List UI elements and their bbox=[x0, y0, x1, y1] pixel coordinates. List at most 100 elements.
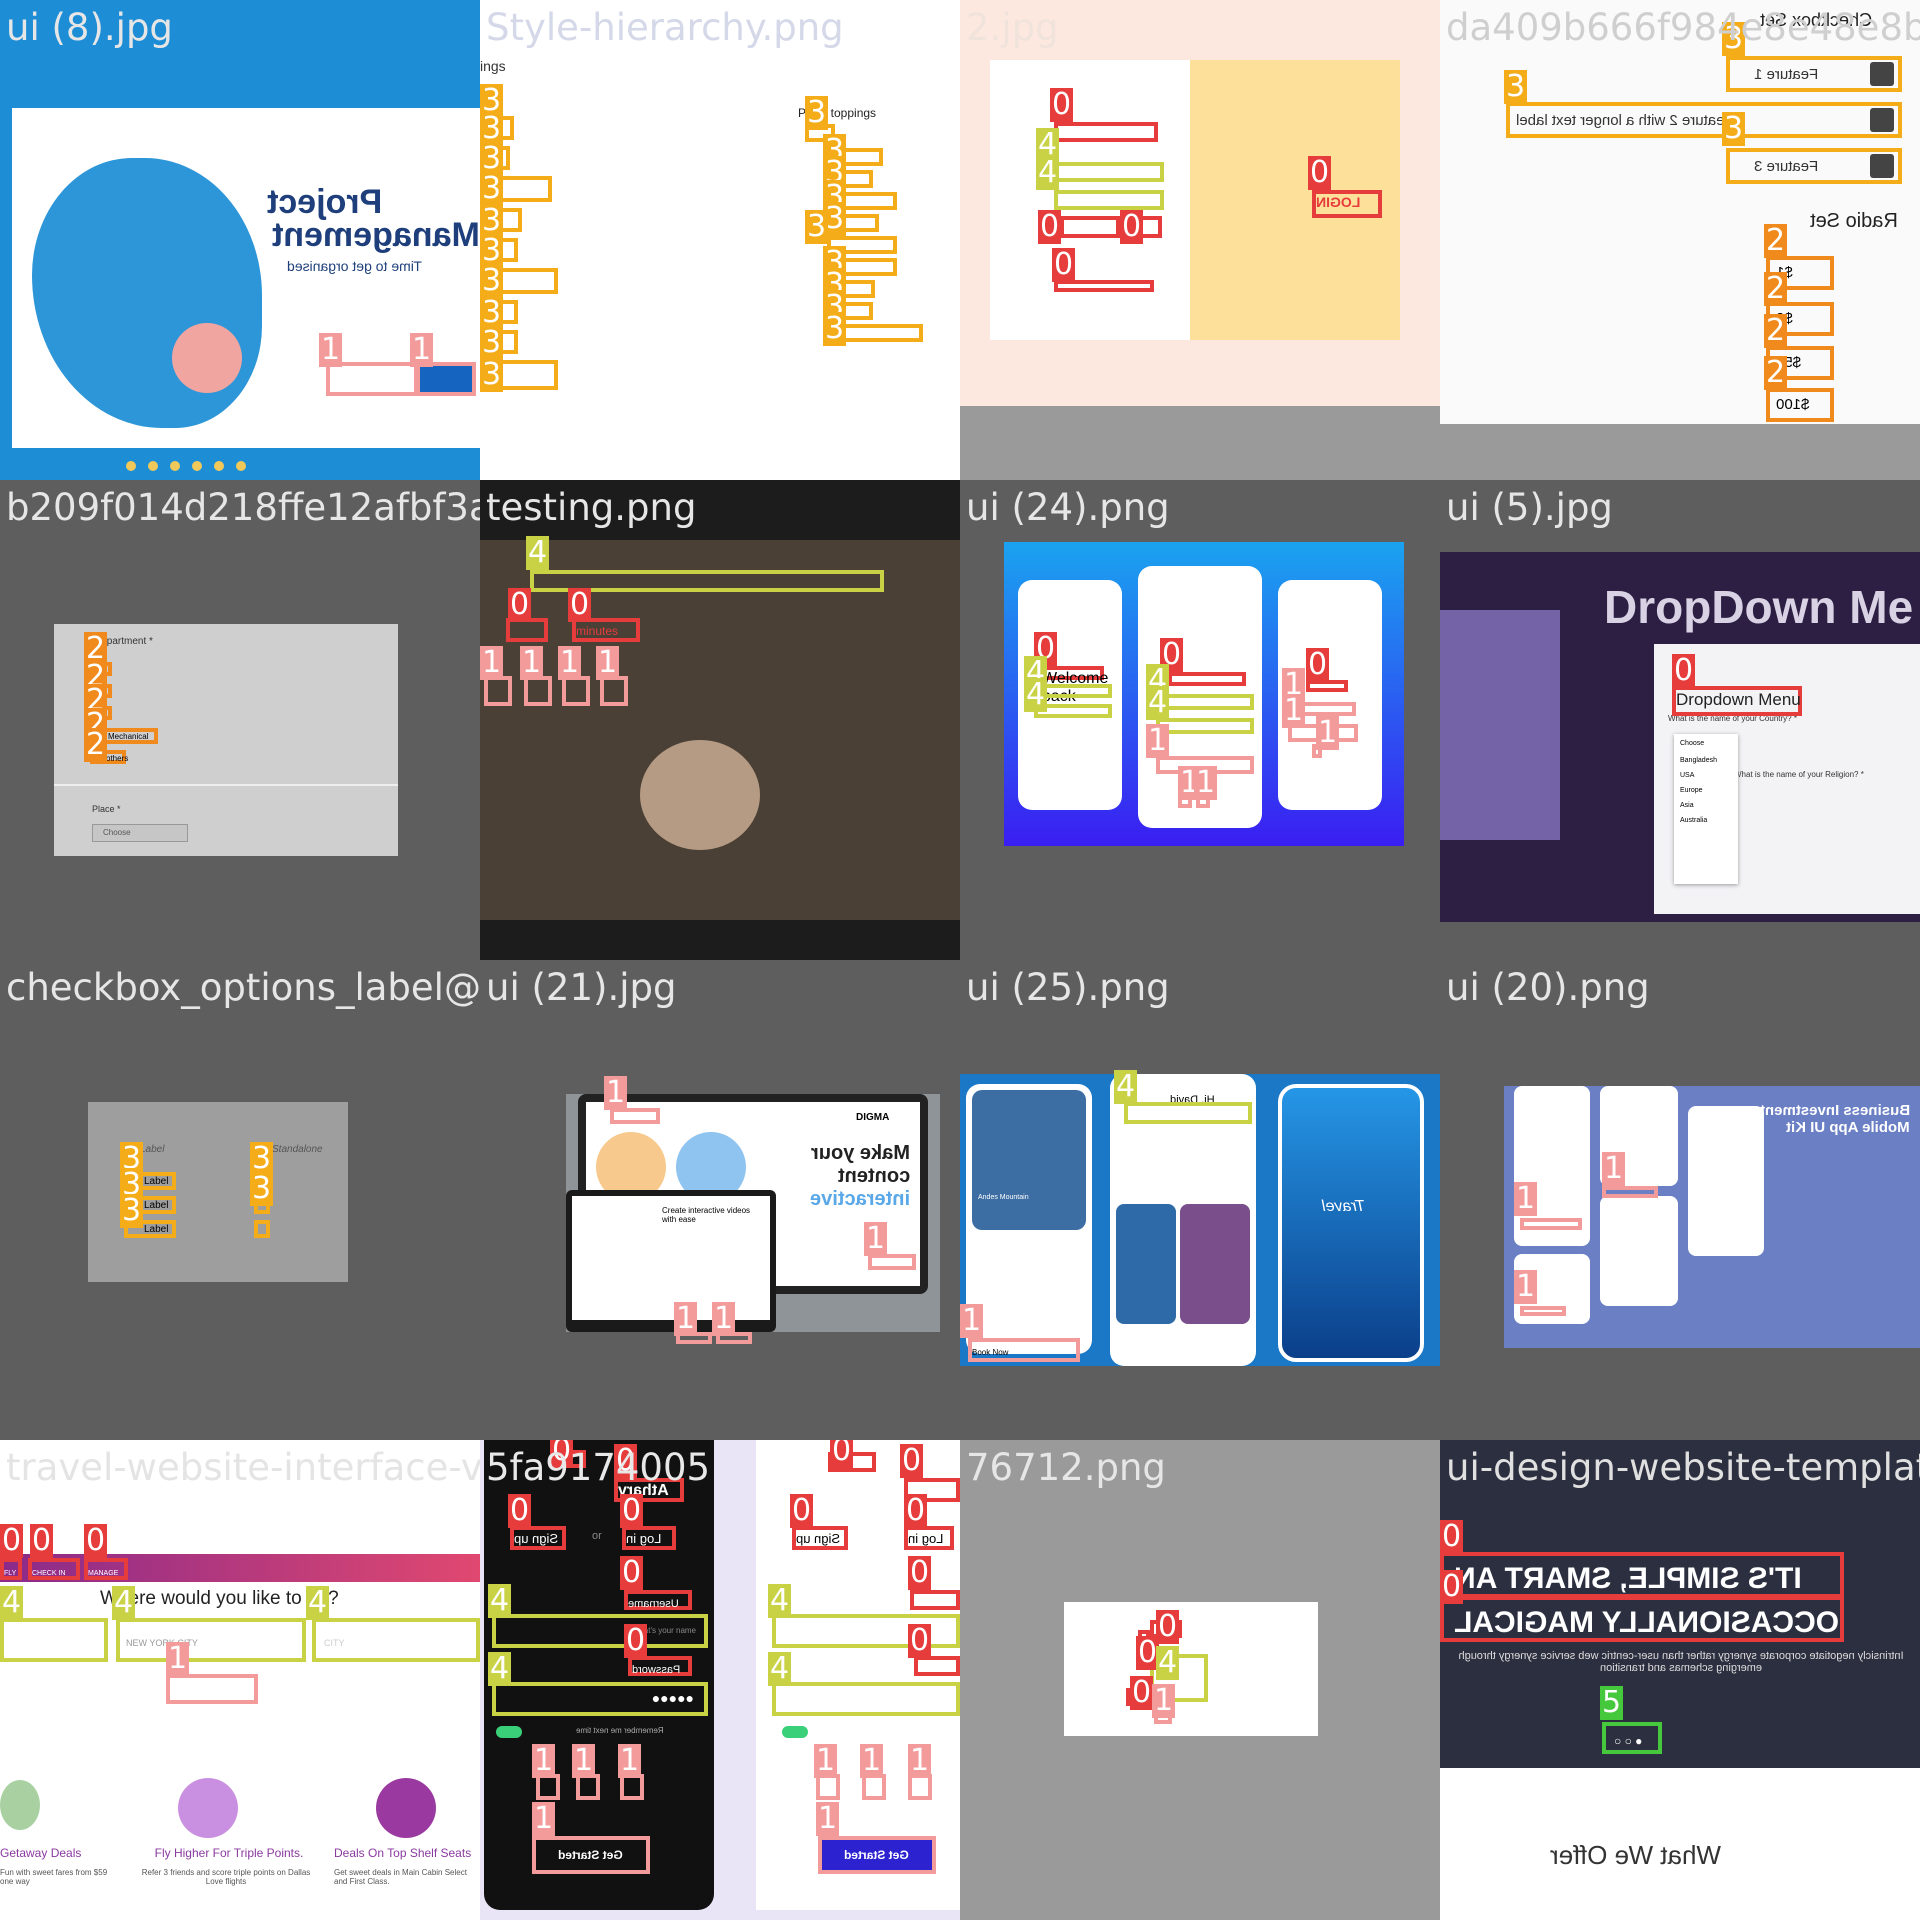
dark-username-label: Username bbox=[624, 1590, 692, 1610]
screen-1-button[interactable] bbox=[1520, 1218, 1582, 1230]
carousel-dots[interactable]: ○ ○ ● bbox=[1602, 1722, 1662, 1754]
pager-dots bbox=[120, 458, 252, 476]
tile-76712: 76712.png 0 0 4 0 1 bbox=[960, 1440, 1440, 1920]
forms-icon bbox=[1440, 610, 1560, 840]
feature-title-1: Getaway Deals bbox=[0, 1846, 82, 1860]
dark-signup[interactable]: Sign up bbox=[510, 1526, 566, 1550]
brand-logo: DIGMA bbox=[856, 1112, 890, 1123]
hero-heading-2: OCCASIONALLY MAGICAL bbox=[1440, 1596, 1844, 1642]
remember-label bbox=[1060, 216, 1120, 238]
screen-4 bbox=[1688, 1106, 1764, 1256]
to-select[interactable]: NEW YORK CITY bbox=[116, 1618, 306, 1662]
feature-1-checkbox[interactable]: Feature 1 bbox=[1726, 56, 1902, 92]
search-input[interactable] bbox=[1124, 1102, 1252, 1124]
youtube-shortcut[interactable] bbox=[524, 676, 552, 706]
light-username-label bbox=[910, 1590, 960, 1610]
dark-or: or bbox=[592, 1530, 602, 1542]
screen-5-button[interactable] bbox=[1520, 1306, 1566, 1316]
hero-heading-1: IT'S SIMPLE, SMART AN bbox=[1440, 1552, 1844, 1598]
login-button[interactable]: LOGIN bbox=[1312, 190, 1382, 218]
tile-name: 5fa9174005 bbox=[486, 1446, 711, 1489]
tab-check-in[interactable]: CHECK IN bbox=[28, 1558, 80, 1580]
banner-bg: DropDown Me What is the name of your Cou… bbox=[1440, 552, 1920, 922]
radio-4[interactable]: $100 bbox=[1766, 388, 1834, 422]
tile-ui-design-template: ui-design-website-template IT'S SIMPLE, … bbox=[1440, 1440, 1920, 1920]
dark-password-input[interactable]: ●●●●● bbox=[492, 1682, 708, 1716]
tab-manage[interactable]: MANAGE bbox=[84, 1558, 128, 1580]
feature-title-3: Deals On Top Shelf Seats bbox=[334, 1846, 472, 1860]
light-signup[interactable]: Sign up bbox=[792, 1526, 848, 1550]
dark-get-started[interactable]: Get Started bbox=[532, 1836, 650, 1874]
where-question: Where would you like to go? bbox=[100, 1588, 339, 1609]
kit-title: Business Investment Mobile App UI Kit bbox=[1759, 1102, 1910, 1136]
dark-remember-label: Remember me next time bbox=[576, 1726, 664, 1735]
light-get-started[interactable]: Get Started bbox=[818, 1836, 936, 1874]
feature-3-checkbox[interactable]: Feature 3 bbox=[1726, 148, 1902, 184]
standalone-3[interactable] bbox=[254, 1220, 270, 1238]
tile-ui-8: ui (8).jpg Project Management Time to ge… bbox=[0, 0, 480, 480]
tile-ui-5: ui (5).jpg DropDown Me What is the name … bbox=[1440, 480, 1920, 960]
get-started-button[interactable] bbox=[416, 362, 476, 396]
dropdown-menu-title: Dropdown Menu bbox=[1672, 686, 1802, 716]
place-label: Place * bbox=[92, 804, 121, 814]
tile-name: ui (21).jpg bbox=[486, 966, 677, 1009]
tile-department-form: b209f014d218ffe12afbf3a1fe3e8543af3 Depa… bbox=[0, 480, 480, 960]
dark-login[interactable]: Log in bbox=[622, 1526, 676, 1550]
tab-fly[interactable]: FLY bbox=[0, 1558, 22, 1580]
tile-ui-24: ui (24).png Welcome back 0 4 4 0 4 4 1 1 … bbox=[960, 480, 1440, 960]
read-more-button[interactable] bbox=[326, 362, 418, 396]
bottom-fill bbox=[1440, 424, 1920, 480]
tile-name: ui (5).jpg bbox=[1446, 486, 1613, 529]
book-button[interactable]: Book Now bbox=[968, 1338, 1080, 1362]
options-list[interactable]: Choose Bangladesh USA Europe Asia Austra… bbox=[1674, 734, 1738, 884]
tile-2: 2.jpg 0 4 4 0 0 0 LOGIN 0 bbox=[960, 0, 1440, 480]
email-input-2[interactable] bbox=[1156, 694, 1254, 710]
tile-name: ui (8).jpg bbox=[6, 6, 173, 49]
laptop: Create interactive videos with ease bbox=[566, 1190, 776, 1332]
col2-heading: Standalone bbox=[272, 1144, 323, 1155]
tile-name: 2.jpg bbox=[966, 6, 1059, 49]
phone-3-splash: Travel bbox=[1278, 1084, 1424, 1362]
light-login[interactable]: Log in bbox=[904, 1526, 954, 1550]
light-remember-toggle[interactable] bbox=[782, 1726, 808, 1738]
welcome-text-1: Welcome back bbox=[1038, 666, 1108, 705]
dark-remember-toggle[interactable] bbox=[496, 1726, 522, 1738]
gmail-shortcut[interactable] bbox=[600, 676, 628, 706]
tile-style-hierarchy: Style-hierarchy.png ings 3 3 3 3 3 3 3 3… bbox=[480, 0, 960, 480]
place-select[interactable]: Choose bbox=[92, 824, 188, 842]
shortcut-1[interactable] bbox=[484, 676, 512, 706]
tile-checkbox-label: checkbox_options_label@2x.png Label Stan… bbox=[0, 960, 480, 1440]
tile-name: 76712.png bbox=[966, 1446, 1166, 1489]
shortcut-3[interactable] bbox=[562, 676, 590, 706]
dark-username-input[interactable]: What's your name bbox=[492, 1614, 708, 1648]
tile-ui-21: ui (21).jpg DIGMA Make your content inte… bbox=[480, 960, 960, 1440]
tile-name: Style-hierarchy.png bbox=[486, 6, 844, 49]
light-password-input[interactable] bbox=[772, 1682, 960, 1716]
password-input[interactable] bbox=[1054, 190, 1164, 210]
banner-heading: DropDown Me bbox=[1604, 581, 1914, 633]
feature-2-checkbox[interactable]: Feature 2 with a longer text label bbox=[1506, 102, 1902, 138]
hero-cta[interactable] bbox=[868, 1254, 916, 1270]
password-input-2[interactable] bbox=[1156, 718, 1254, 734]
feature-desc-3: Get sweet deals in Main Cabin Select and… bbox=[334, 1868, 467, 1886]
light-username-input[interactable] bbox=[772, 1614, 960, 1648]
feature-desc-2: Refer 3 friends and score triple points … bbox=[141, 1868, 311, 1886]
laptop-subtitle: Create interactive videos with ease bbox=[662, 1206, 751, 1224]
light-password-label bbox=[914, 1656, 960, 1676]
form-card: Department * 2 2 2 Mechanical 2 others 2 P… bbox=[54, 624, 398, 856]
q2: What is the name of your Religion? * bbox=[1734, 770, 1864, 779]
nav-button[interactable] bbox=[610, 1108, 660, 1124]
search-flights-button[interactable] bbox=[166, 1674, 258, 1704]
screen-3 bbox=[1600, 1196, 1678, 1306]
screen-2-button[interactable] bbox=[1602, 1186, 1658, 1198]
tile-name: travel-website-interface-virgin bbox=[6, 1446, 480, 1489]
dark-password-label: Password bbox=[628, 1656, 692, 1676]
wallpaper-photo bbox=[480, 540, 960, 920]
email-input[interactable] bbox=[1054, 162, 1164, 182]
city-input[interactable]: CITY bbox=[312, 1618, 480, 1662]
hero-sub: Intrinsicly negotiate corporate synergy … bbox=[1458, 1650, 1904, 1674]
from-select[interactable] bbox=[0, 1618, 108, 1662]
tile-ui-25: ui (25).png Andes Mountain Hi, David Tra… bbox=[960, 960, 1440, 1440]
feature-desc-1: Fun with sweet fares from $59 one way bbox=[0, 1868, 108, 1886]
col1-heading: Label bbox=[140, 1144, 165, 1155]
